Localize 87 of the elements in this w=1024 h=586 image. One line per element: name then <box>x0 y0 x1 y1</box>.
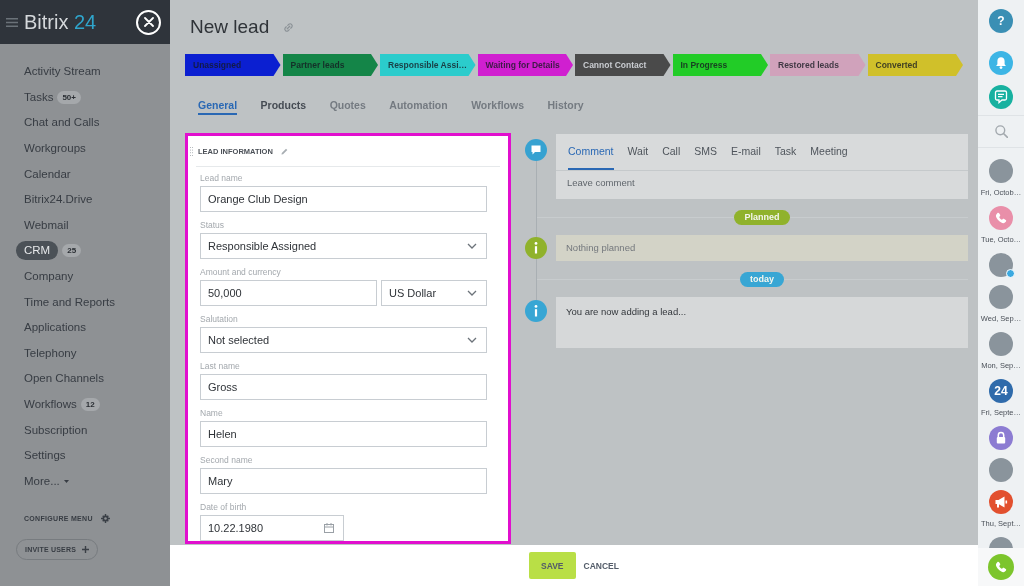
stage-step[interactable]: Cannot Contact <box>575 54 671 76</box>
sidebar-item[interactable]: Open Channels <box>16 369 112 389</box>
close-icon <box>143 17 154 27</box>
link-icon[interactable] <box>283 21 295 33</box>
sidebar-item[interactable]: Telephony <box>16 343 85 363</box>
select-field[interactable]: Responsible Assigned <box>200 233 487 259</box>
save-button[interactable]: SAVE <box>529 552 576 579</box>
text-field[interactable]: Helen <box>200 421 487 447</box>
sidebar-item[interactable]: Subscription <box>16 420 96 440</box>
date-field[interactable]: 10.22.1980 <box>200 515 344 541</box>
activity-tab[interactable]: Task <box>774 134 797 170</box>
section-badge: Planned <box>734 209 790 225</box>
sidebar-item[interactable]: CRM <box>16 241 59 261</box>
sidebar-item[interactable]: Calendar <box>16 164 79 184</box>
chat-icon[interactable] <box>989 85 1013 109</box>
sidebar-item[interactable]: Applications <box>16 318 94 338</box>
field-label: Salutation <box>200 314 239 325</box>
amount-field[interactable]: 50,000 <box>200 280 377 306</box>
tab[interactable]: General <box>198 99 238 115</box>
page-title: New lead <box>190 16 270 38</box>
comment-icon <box>525 139 547 161</box>
activity-tab[interactable]: Comment <box>568 134 614 170</box>
sidebar-item[interactable]: Webmail <box>16 215 77 235</box>
avatar-placeholder[interactable] <box>989 458 1013 482</box>
menu-icon[interactable] <box>6 17 18 27</box>
lock-icon[interactable] <box>989 426 1013 450</box>
close-button[interactable] <box>136 9 161 35</box>
help-button[interactable]: ? <box>989 9 1013 33</box>
logo-text: Bitrix 24 <box>24 10 97 34</box>
field-label: Last name <box>200 361 241 372</box>
phone-icon[interactable] <box>988 554 1014 580</box>
activity-tab[interactable]: Meeting <box>810 134 848 170</box>
avatar-placeholder[interactable] <box>989 253 1013 277</box>
pencil-icon[interactable] <box>280 147 288 155</box>
tab[interactable]: Products <box>260 99 307 115</box>
stage-step[interactable]: Converted <box>867 54 963 76</box>
sidebar-item[interactable]: Company <box>16 267 82 287</box>
text-field[interactable]: Gross <box>200 374 487 400</box>
chevron-icon <box>467 243 477 249</box>
sidebar-item[interactable]: Time and Reports <box>16 292 123 312</box>
activity-tab[interactable]: SMS <box>694 134 717 170</box>
caret-icon <box>63 479 69 483</box>
sidebar-item[interactable]: Settings <box>16 446 74 466</box>
chevron-icon <box>467 290 477 296</box>
sidebar-item[interactable]: Bitrix24.Drive <box>16 190 101 210</box>
field-label: Name <box>200 408 224 419</box>
stage-step[interactable]: Responsible Assi… <box>380 54 476 76</box>
settings-icon[interactable] <box>100 513 110 523</box>
activity-tab[interactable]: Wait <box>627 134 649 170</box>
activity-card: You are now adding a lead... <box>556 297 968 348</box>
stage-step[interactable]: Waiting for Details <box>477 54 573 76</box>
section-badge: today <box>740 271 784 287</box>
more-menu-link[interactable]: More... <box>16 471 77 491</box>
cancel-button[interactable]: CANCEL <box>583 560 619 571</box>
field-label: Status <box>200 220 226 231</box>
plus-icon <box>82 546 90 554</box>
megaphone-icon[interactable] <box>989 490 1013 514</box>
field-label: Lead name <box>200 173 244 184</box>
stage-step[interactable]: In Progress <box>672 54 768 76</box>
field-label: Amount and currency <box>200 267 282 278</box>
calendar-icon[interactable] <box>324 523 334 533</box>
comment-input[interactable]: Leave comment <box>556 171 968 199</box>
stage-step[interactable]: Restored leads <box>770 54 866 76</box>
text-field[interactable]: Orange Club Design <box>200 186 487 212</box>
field-label: Date of birth <box>200 502 248 513</box>
currency-select[interactable]: US Dollar <box>381 280 487 306</box>
activity-tab[interactable]: E-mail <box>731 134 761 170</box>
avatar-placeholder[interactable] <box>989 285 1013 309</box>
activity-tab[interactable]: Call <box>662 134 681 170</box>
sidebar-item[interactable]: Activity Stream <box>16 62 109 82</box>
counter-badge: 25 <box>62 244 82 258</box>
app-logo[interactable]: 24 <box>989 379 1013 403</box>
activity-card: Nothing planned <box>556 235 968 261</box>
counter-badge: 50+ <box>57 90 81 104</box>
sidebar-item[interactable]: Chat and Calls <box>16 113 108 133</box>
bell-icon[interactable] <box>989 51 1013 75</box>
avatar-placeholder[interactable] <box>989 159 1013 183</box>
avatar-placeholder[interactable] <box>989 332 1013 356</box>
text-field[interactable]: Mary <box>200 468 487 494</box>
phone-icon[interactable] <box>989 206 1013 230</box>
field-label: Second name <box>200 455 254 466</box>
sidebar-item[interactable]: Workgroups <box>16 139 94 159</box>
counter-badge: 12 <box>80 398 100 411</box>
search-icon[interactable] <box>994 125 1008 138</box>
select-field[interactable]: Not selected <box>200 327 487 353</box>
stage-step[interactable]: Partner leads <box>282 54 378 76</box>
chevron-icon <box>467 337 477 343</box>
